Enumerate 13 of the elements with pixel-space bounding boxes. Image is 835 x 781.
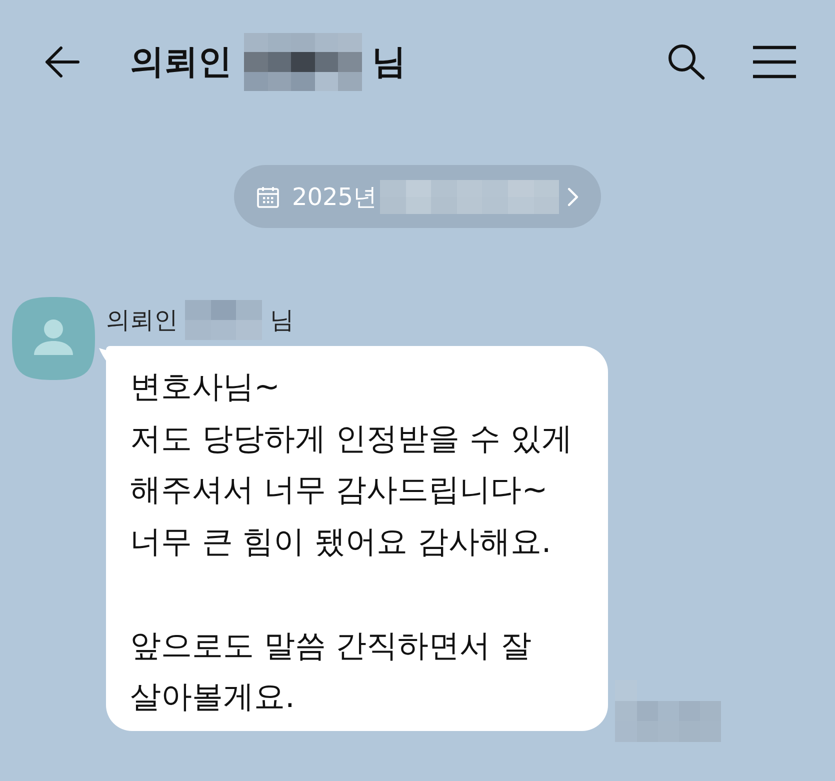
sender-name: 의뢰인 xyxy=(106,308,178,332)
search-icon[interactable] xyxy=(667,44,706,80)
chevron-right-icon xyxy=(567,186,580,206)
bubble-tail-icon xyxy=(99,348,107,362)
date-pill[interactable]: 2025년 xyxy=(234,165,601,228)
back-arrow-icon[interactable] xyxy=(44,46,80,78)
message-bubble: 변호사님~ 저도 당당하게 인정받을 수 있게 해주셔서 너무 감사드립니다~ 너무 큰 힘이 됐어요 감사해요. 앞으로도 말씀 간직하면서 잘 살아볼게요. xyxy=(106,346,608,731)
sender-name: 님 xyxy=(270,308,294,332)
chat-title: 의뢰인 xyxy=(130,45,232,79)
date-text: 2025년 xyxy=(292,184,378,208)
calendar-icon xyxy=(256,184,280,208)
chat-title: 님 xyxy=(372,45,406,79)
menu-icon[interactable] xyxy=(752,45,797,79)
